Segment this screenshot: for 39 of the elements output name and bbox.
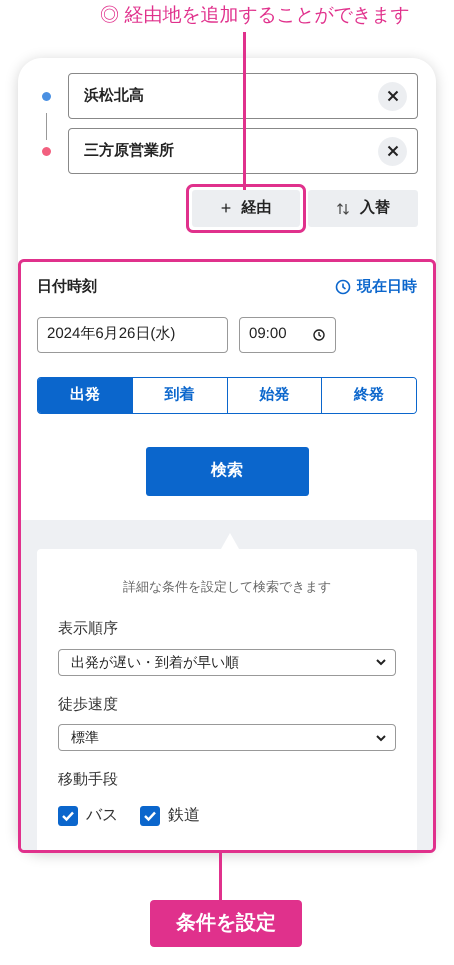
clock-icon (313, 328, 325, 340)
checkbox[interactable] (140, 806, 160, 826)
checkbox-label: 鉄道 (168, 806, 200, 826)
select-value: 標準 (71, 728, 99, 747)
select-value: 出発が遅い・到着が早い順 (71, 652, 239, 672)
callout-label: 条件を設定 (150, 900, 302, 946)
mode-tab[interactable]: 出発 (38, 378, 132, 412)
select-field[interactable]: 出発が遅い・到着が早い順 (58, 648, 396, 676)
current-time-link[interactable]: 現在日時 (335, 276, 417, 298)
intro-text: 詳細な条件を設定して検索できます (122, 578, 332, 596)
stop-name: 浜松北高 (84, 86, 144, 106)
callout-text: ◎ 経由地を追加することができます (99, 4, 410, 28)
stop-name: 三方原営業所 (84, 140, 174, 161)
plus-icon: + (220, 195, 232, 222)
clear-button[interactable] (378, 82, 407, 110)
chevron-icon (375, 734, 387, 742)
date-field[interactable]: 2024年6月26日(水) (37, 316, 228, 352)
close-icon (386, 145, 398, 157)
checkbox[interactable] (58, 806, 78, 826)
time-field[interactable]: 09:00 (239, 316, 336, 352)
close-icon (386, 90, 398, 102)
search-button[interactable]: 検索 (146, 446, 308, 496)
time-value: 09:00 (249, 324, 287, 344)
field-label: 徒歩速度 (58, 694, 119, 714)
swap-arrows-icon (336, 202, 350, 216)
select-field[interactable]: 標準 (58, 724, 396, 751)
connector-line (46, 113, 47, 140)
clear-button[interactable] (378, 136, 407, 166)
mode-tab[interactable]: 終発 (321, 378, 416, 412)
field-label: 表示順序 (58, 619, 119, 639)
stop-input[interactable]: 浜松北高 (68, 73, 418, 119)
swap-button[interactable]: 入替 (308, 190, 418, 227)
field-label: 移動手段 (58, 770, 119, 790)
chevron-icon (375, 658, 387, 666)
section-title: 日付時刻 (37, 277, 97, 297)
clock-icon (335, 279, 351, 296)
add-via-button[interactable]: + 経由 (192, 190, 300, 227)
checkbox-label: バス (86, 806, 118, 826)
stop-input[interactable]: 三方原営業所 (68, 128, 418, 174)
